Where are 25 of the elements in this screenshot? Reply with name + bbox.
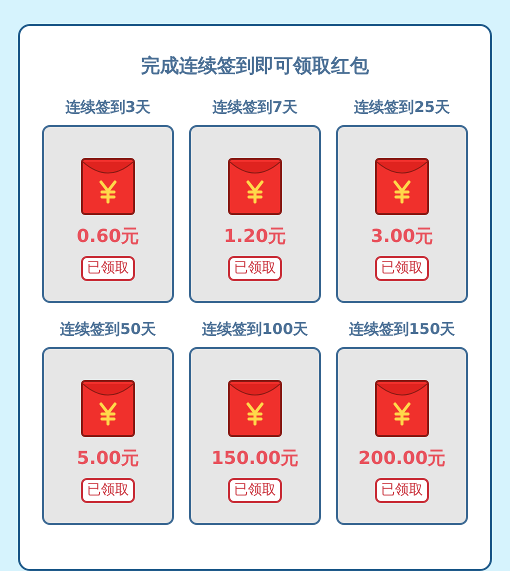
reward-amount: 3.00元 (370, 224, 434, 248)
panel-title: 完成连续签到即可领取红包 (140, 54, 370, 79)
claim-button[interactable]: 已领取 (81, 478, 135, 502)
reward-label: 连续签到50天 (60, 318, 156, 340)
claim-button[interactable]: 已领取 (228, 478, 282, 502)
reward-label: 连续签到150天 (348, 318, 456, 340)
reward-label: 连续签到100天 (202, 318, 308, 340)
reward-amount: 150.00元 (211, 446, 299, 470)
claim-button[interactable]: 已领取 (81, 256, 135, 280)
envelope-icon (228, 158, 282, 214)
envelope-icon (375, 158, 429, 214)
reward-label: 连续签到7天 (212, 96, 298, 118)
envelope-icon (375, 380, 429, 436)
claim-button[interactable]: 已领取 (228, 256, 282, 280)
reward-amount: 200.00元 (358, 446, 446, 470)
envelope-icon (81, 158, 135, 214)
reward-label: 连续签到25天 (354, 96, 450, 118)
reward-amount: 0.60元 (76, 224, 140, 248)
claim-button[interactable]: 已领取 (375, 478, 429, 502)
reward-amount: 5.00元 (76, 446, 140, 470)
reward-amount: 1.20元 (224, 224, 286, 248)
claim-button[interactable]: 已领取 (375, 256, 429, 280)
envelope-icon (228, 380, 282, 436)
reward-label: 连续签到3天 (65, 96, 151, 118)
envelope-icon (81, 380, 135, 436)
